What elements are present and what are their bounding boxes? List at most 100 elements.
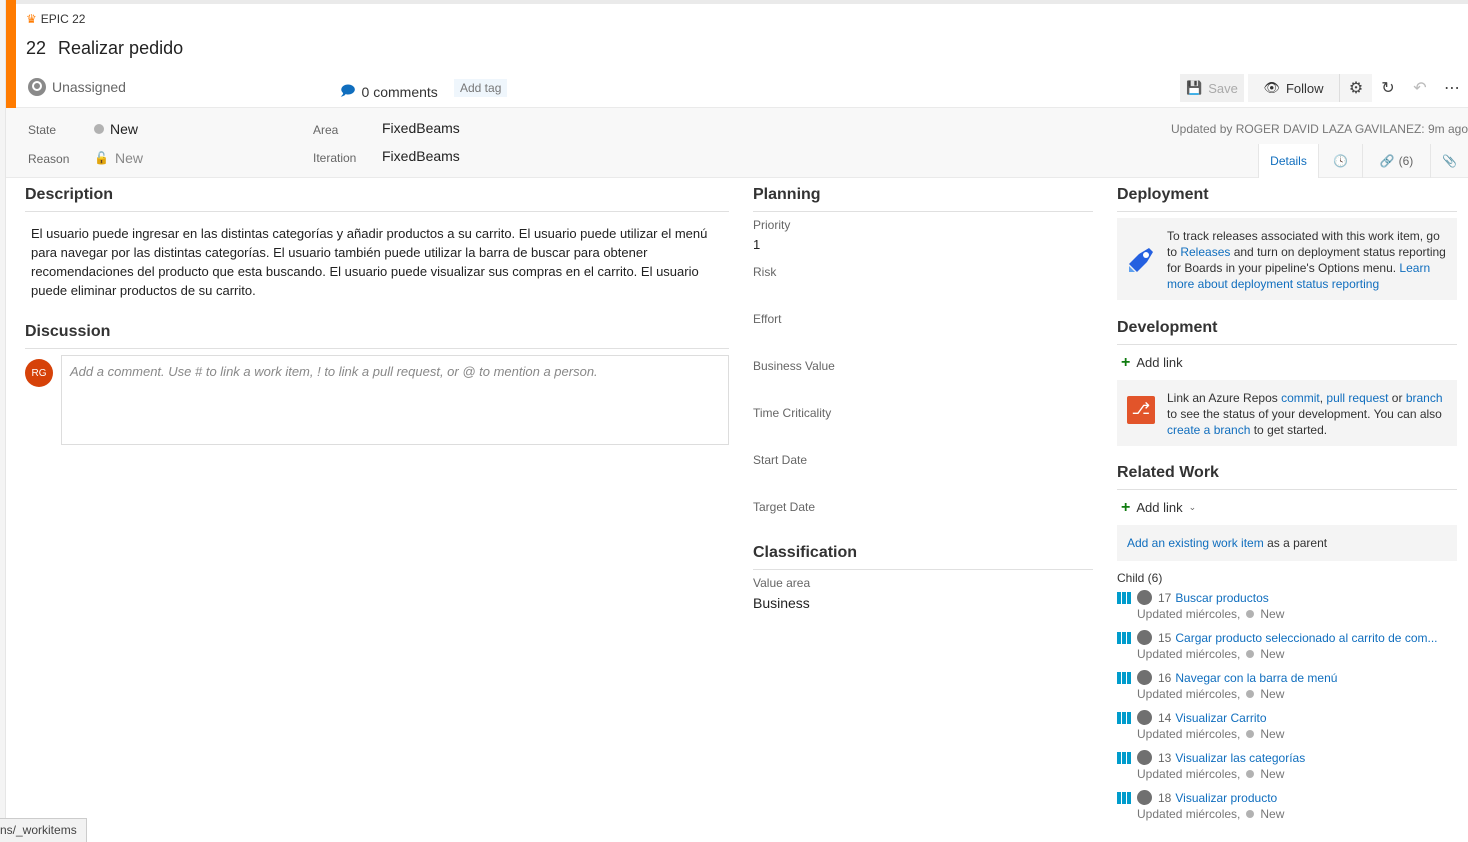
lock-icon: 🔓 [94,151,109,165]
iteration-field[interactable]: FixedBeams [382,148,460,164]
child-title-link[interactable]: Visualizar producto [1175,791,1277,805]
assigned-to[interactable]: Unassigned [28,78,126,96]
work-item-title[interactable]: Realizar pedido [58,38,183,59]
target-date-field[interactable]: Target Date [753,494,1093,541]
tab-details[interactable]: Details [1258,144,1318,178]
development-info: ⎇ Link an Azure Repos commit, pull reque… [1117,380,1457,446]
business-value-label: Business Value [753,359,835,373]
description-text[interactable]: El usuario puede ingresar en las distint… [25,212,729,300]
state-dot-icon [1246,610,1255,618]
priority-field[interactable]: Priority 1 [753,212,1093,259]
area-field[interactable]: FixedBeams [382,120,460,136]
work-item-type: ♛ EPIC 22 [26,12,85,26]
state-dot-icon [1246,810,1255,818]
risk-field[interactable]: Risk [753,259,1093,306]
comments-link[interactable]: 🗩 0 comments [340,80,438,104]
save-icon: 💾 [1186,80,1203,95]
state-dot-icon [1246,690,1255,698]
commit-link[interactable]: commit [1281,391,1320,405]
avatar-icon [1137,630,1152,645]
effort-label: Effort [753,312,782,326]
state-field[interactable]: New [94,121,138,137]
classification-title: Classification [753,544,1093,570]
child-title-row: 18 Visualizar producto [1117,790,1457,805]
child-title-link[interactable]: Navegar con la barra de menú [1175,671,1337,685]
pull-request-link[interactable]: pull request [1326,391,1388,405]
child-updated: Updated miércoles, [1137,607,1241,621]
child-meta-row: Updated miércoles, New [1117,647,1457,661]
rocket-icon [1129,248,1153,272]
paperclip-icon: 📎 [1442,154,1457,168]
branch-link[interactable]: branch [1406,391,1443,405]
create-branch-link[interactable]: create a branch [1167,423,1250,437]
undo-icon[interactable]: ↶ [1404,74,1436,102]
list-item: 18 Visualizar producto Updated miércoles, N… [1117,790,1457,821]
toolbar: 💾 Save 👁 Follow ⚙ ↻ ↶ ⋯ [1180,72,1468,104]
priority-value[interactable]: 1 [753,232,1093,252]
value-area-value[interactable]: Business [753,590,1093,611]
as-parent-text: as a parent [1263,536,1328,550]
epic-color-bar [6,0,16,112]
value-area-label: Value area [753,576,811,590]
dev-text-1: Link an Azure Repos [1167,391,1282,405]
child-id: 13 [1158,750,1172,765]
fields-bar: State New Reason 🔓 New Area FixedBeams I… [6,108,1468,178]
avatar-icon [1137,790,1152,805]
comment-row: RG Add a comment. Use # to link a work i… [25,355,729,445]
deployment-title: Deployment [1117,186,1457,212]
area-label: Area [313,123,339,137]
left-column: Description El usuario puede ingresar en… [25,178,729,445]
child-title-link[interactable]: Visualizar Carrito [1175,711,1266,725]
development-add-link[interactable]: + Add link [1117,345,1457,380]
start-date-field[interactable]: Start Date [753,447,1093,494]
tab-history[interactable]: 🕓 [1318,144,1362,178]
plus-icon: + [1121,353,1131,371]
discussion-title: Discussion [25,323,729,349]
risk-label: Risk [753,265,777,279]
more-actions-icon[interactable]: ⋯ [1436,74,1468,102]
dev-sep-2: or [1388,391,1406,405]
child-updated: Updated miércoles, [1137,727,1241,741]
save-label: Save [1208,80,1238,96]
iteration-label: Iteration [313,151,357,165]
comment-input[interactable]: Add a comment. Use # to link a work item… [61,355,729,445]
add-parent-box: Add an existing work item as a parent [1117,525,1457,561]
related-add-link[interactable]: + Add link ⌄ [1117,490,1457,525]
state-value: New [110,121,139,137]
reason-field[interactable]: 🔓 New [94,150,143,166]
planning-title: Planning [753,186,1093,212]
tab-links[interactable]: 🔗 (6) [1362,144,1430,178]
link-icon: 🔗 [1379,154,1395,168]
tab-attachments[interactable]: 📎 [1430,144,1468,178]
list-item: 17 Buscar productos Updated miércoles, New [1117,590,1457,621]
comment-icon: 🗩 [340,82,356,98]
unassigned-avatar-icon [28,78,46,96]
updated-by[interactable]: Updated by ROGER DAVID LAZA GAVILANEZ: 9… [1171,122,1468,136]
follow-button[interactable]: 👁 Follow [1248,74,1340,102]
releases-link[interactable]: Releases [1180,245,1230,259]
refresh-icon[interactable]: ↻ [1372,74,1404,102]
gear-icon[interactable]: ⚙ [1340,74,1372,102]
add-tag-button[interactable]: Add tag [454,79,508,97]
description-title: Description [25,186,729,212]
related-work-title: Related Work [1117,464,1457,490]
save-button[interactable]: 💾 Save [1180,74,1244,102]
effort-field[interactable]: Effort [753,306,1093,353]
child-title-link[interactable]: Cargar producto seleccionado al carrito … [1175,631,1437,645]
child-title-link[interactable]: Visualizar las categorías [1175,751,1305,765]
follow-label: Follow [1285,80,1324,96]
child-title-row: 13 Visualizar las categorías [1117,750,1457,765]
tab-bar: Details 🕓 🔗 (6) 📎 [1258,144,1468,178]
value-area-field[interactable]: Value area Business [753,570,1093,617]
user-avatar: RG [25,359,53,387]
time-criticality-field[interactable]: Time Criticality [753,400,1093,447]
business-value-field[interactable]: Business Value [753,353,1093,400]
links-count: (6) [1398,154,1414,168]
dev-text-2: to see the status of your development. Y… [1167,407,1442,421]
child-state: New [1260,687,1285,701]
add-existing-work-item-link[interactable]: Add an existing work item [1127,536,1264,550]
child-meta-row: Updated miércoles, New [1117,687,1457,701]
child-title-link[interactable]: Buscar productos [1175,591,1268,605]
state-dot-icon [1246,650,1255,658]
time-criticality-label: Time Criticality [753,406,832,420]
